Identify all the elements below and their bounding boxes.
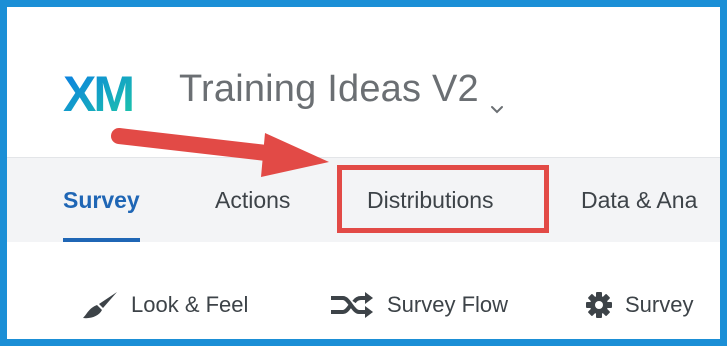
tab-distributions[interactable]: Distributions — [367, 158, 494, 242]
survey-options-button[interactable]: Survey — [585, 288, 693, 322]
look-and-feel-label: Look & Feel — [131, 292, 249, 317]
tab-survey-label: Survey — [63, 187, 140, 213]
tab-data-analysis[interactable]: Data & Ana — [581, 158, 697, 242]
xm-logo-mark: XM — [63, 66, 135, 122]
project-title-selector[interactable]: Training Ideas V2 — [179, 68, 505, 113]
tab-data-analysis-label: Data & Ana — [581, 187, 698, 213]
gear-icon — [585, 291, 613, 319]
chevron-down-icon — [489, 85, 505, 113]
tab-actions-label: Actions — [215, 187, 291, 213]
survey-flow-label: Survey Flow — [387, 292, 509, 317]
xm-logo[interactable]: XM — [63, 65, 153, 122]
survey-options-label: Survey — [625, 292, 694, 317]
main-tab-bar: Survey Actions Distributions Data & Ana — [7, 157, 720, 243]
survey-toolbar: Look & Feel Survey Flow Survey — [7, 242, 720, 339]
paintbrush-icon — [79, 290, 119, 320]
tab-survey[interactable]: Survey — [63, 158, 140, 242]
flow-shuffle-icon — [329, 290, 375, 320]
look-and-feel-button[interactable]: Look & Feel — [79, 288, 248, 322]
tab-actions[interactable]: Actions — [215, 158, 290, 242]
xm-logo-text: XM — [63, 66, 132, 119]
survey-flow-button[interactable]: Survey Flow — [329, 288, 508, 322]
project-header: XM Training Ideas V2 — [7, 7, 720, 157]
screenshot-frame: XM Training Ideas V2 Survey Actions Dist… — [0, 0, 727, 346]
project-title: Training Ideas V2 — [179, 68, 479, 110]
tab-distributions-label: Distributions — [367, 187, 494, 213]
